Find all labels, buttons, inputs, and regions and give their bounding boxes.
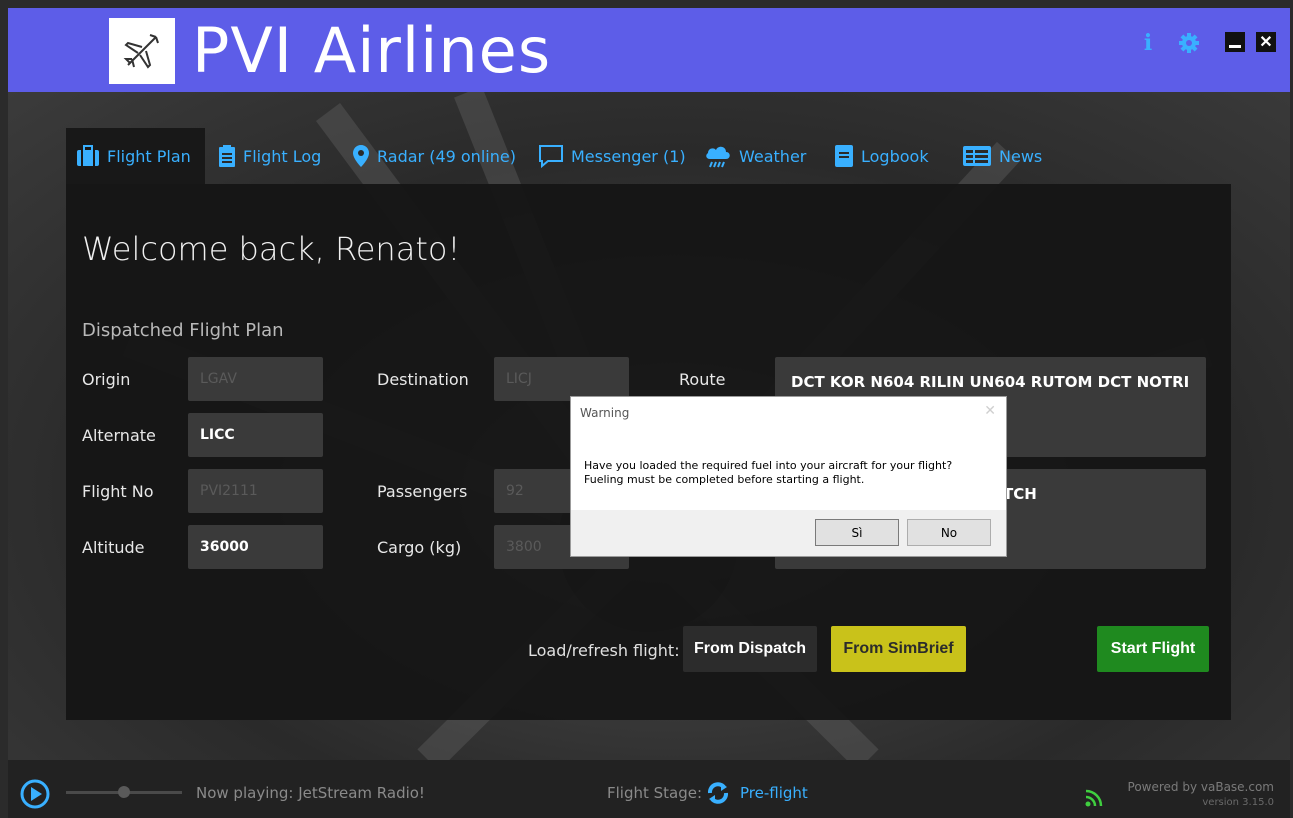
destination-label: Destination bbox=[377, 370, 469, 389]
dialog-footer: Sì No bbox=[571, 510, 1006, 556]
tab-label: Radar (49 online) bbox=[377, 146, 516, 166]
cargo-label: Cargo (kg) bbox=[377, 538, 462, 557]
book-icon bbox=[835, 145, 853, 167]
briefcase-icon bbox=[77, 145, 99, 166]
destination-field[interactable]: LICJ bbox=[494, 357, 629, 401]
clipboard-icon bbox=[219, 145, 235, 167]
altitude-field[interactable]: 36000 bbox=[188, 525, 323, 569]
dialog-message-line: Fueling must be completed before startin… bbox=[584, 473, 865, 486]
logo bbox=[109, 18, 175, 84]
minimize-button[interactable] bbox=[1225, 32, 1245, 52]
start-flight-button[interactable]: Start Flight bbox=[1097, 626, 1209, 672]
tab-label: Messenger (1) bbox=[571, 146, 686, 166]
dialog-message-line: Have you loaded the required fuel into y… bbox=[584, 459, 953, 472]
tab-label: Flight Log bbox=[243, 146, 322, 166]
rain-cloud-icon bbox=[706, 146, 730, 168]
from-simbrief-button[interactable]: From SimBrief bbox=[831, 626, 966, 672]
alternate-label: Alternate bbox=[82, 426, 156, 445]
tab-weather[interactable]: Weather bbox=[694, 128, 806, 184]
yes-button[interactable]: Sì bbox=[815, 519, 899, 546]
close-icon: ✕ bbox=[1259, 34, 1273, 51]
info-icon[interactable]: i bbox=[1140, 30, 1156, 56]
route-label: Route bbox=[679, 370, 726, 389]
app-title: PVI Airlines bbox=[192, 14, 552, 87]
tab-label: Weather bbox=[739, 146, 807, 166]
from-dispatch-button[interactable]: From Dispatch bbox=[683, 626, 817, 672]
alternate-field[interactable]: LICC bbox=[188, 413, 323, 457]
minimize-icon bbox=[1229, 44, 1241, 48]
load-refresh-label: Load/refresh flight: bbox=[528, 641, 680, 660]
powered-by-text[interactable]: Powered by vaBase.com bbox=[1128, 780, 1274, 794]
gear-icon[interactable] bbox=[1178, 32, 1200, 54]
tab-label: Flight Plan bbox=[107, 146, 191, 166]
no-button[interactable]: No bbox=[907, 519, 991, 546]
tab-news[interactable]: News bbox=[952, 128, 1042, 184]
close-button[interactable]: ✕ bbox=[1256, 32, 1276, 52]
tab-messenger[interactable]: Messenger (1) bbox=[528, 128, 686, 184]
volume-slider-handle[interactable] bbox=[118, 786, 130, 798]
now-playing-text: Now playing: JetStream Radio! bbox=[196, 784, 425, 802]
close-icon[interactable]: ✕ bbox=[984, 403, 996, 419]
map-pin-icon bbox=[353, 145, 369, 167]
newspaper-icon bbox=[963, 146, 991, 166]
dialog-title: Warning bbox=[580, 406, 630, 420]
tab-flight-log[interactable]: Flight Log bbox=[208, 128, 321, 184]
version-text: version 3.15.0 bbox=[1202, 797, 1274, 808]
tab-logbook[interactable]: Logbook bbox=[824, 128, 929, 184]
section-title: Dispatched Flight Plan bbox=[82, 320, 284, 341]
tab-label: Logbook bbox=[861, 146, 929, 166]
dialog-message: Have you loaded the required fuel into y… bbox=[584, 459, 994, 487]
welcome-heading: Welcome back, Renato! bbox=[82, 230, 461, 268]
app-header: PVI Airlines bbox=[8, 8, 1290, 92]
tab-flight-plan[interactable]: Flight Plan bbox=[66, 128, 205, 184]
play-icon[interactable] bbox=[20, 779, 50, 809]
flight-no-field[interactable]: PVI2111 bbox=[188, 469, 323, 513]
origin-label: Origin bbox=[82, 370, 131, 389]
origin-field[interactable]: LGAV bbox=[188, 357, 323, 401]
flight-stage-value: Pre-flight bbox=[740, 784, 808, 802]
airplane-icon bbox=[123, 34, 159, 69]
flight-no-label: Flight No bbox=[82, 482, 154, 501]
rss-icon[interactable] bbox=[1085, 789, 1103, 807]
flight-stage-label: Flight Stage: bbox=[607, 784, 703, 802]
passengers-label: Passengers bbox=[377, 482, 468, 501]
tab-label: News bbox=[999, 146, 1043, 166]
tab-radar[interactable]: Radar (49 online) bbox=[342, 128, 516, 184]
refresh-icon bbox=[706, 781, 730, 805]
chat-icon bbox=[539, 145, 563, 168]
warning-dialog: Warning ✕ Have you loaded the required f… bbox=[570, 396, 1007, 557]
altitude-label: Altitude bbox=[82, 538, 145, 557]
